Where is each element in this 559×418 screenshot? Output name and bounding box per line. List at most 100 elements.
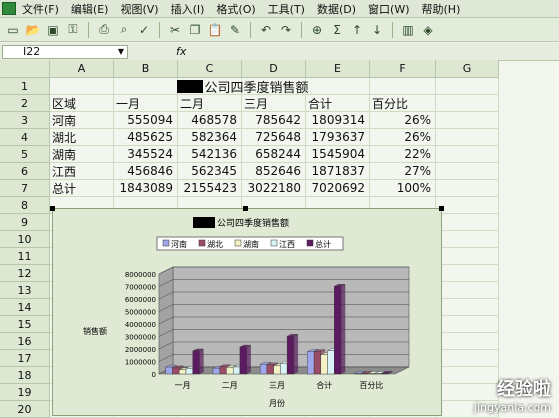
row-header[interactable]: 20 xyxy=(0,401,50,418)
sheet-cell[interactable]: 852646 xyxy=(242,163,306,180)
column-header-e[interactable]: E xyxy=(306,60,370,78)
spell-icon[interactable]: ✓ xyxy=(135,21,153,39)
sheet-cell[interactable]: 562345 xyxy=(178,163,242,180)
sheet-cell[interactable]: 一月 xyxy=(114,95,178,112)
sheet-cell[interactable]: 区域 xyxy=(50,95,114,112)
sheet-cell[interactable] xyxy=(436,180,499,197)
row-header[interactable]: 15 xyxy=(0,316,50,333)
sheet-cell[interactable]: 河南 xyxy=(50,112,114,129)
sheet-cell[interactable]: 百分比 xyxy=(370,95,436,112)
sheet-cell[interactable]: 湖南 xyxy=(50,146,114,163)
redo-icon[interactable]: ↷ xyxy=(277,21,295,39)
sheet-cell[interactable]: 555094 xyxy=(114,112,178,129)
row-header[interactable]: 8 xyxy=(0,197,50,214)
menu-window[interactable]: 窗口(W) xyxy=(368,1,409,17)
sheet-cell[interactable]: 7020692 xyxy=(306,180,370,197)
menu-file[interactable]: 文件(F) xyxy=(22,1,59,17)
column-header-a[interactable]: A xyxy=(50,60,114,78)
sheet-cell[interactable] xyxy=(436,282,499,299)
sheet-cell[interactable]: 3022180 xyxy=(242,180,306,197)
row-header[interactable]: 18 xyxy=(0,367,50,384)
sort-desc-icon[interactable]: ↓ xyxy=(368,21,386,39)
chart-resize-handle[interactable] xyxy=(50,206,55,211)
sheet-cell[interactable] xyxy=(436,112,499,129)
sheet-cell[interactable]: 1809314 xyxy=(306,112,370,129)
save-icon[interactable]: ▣ xyxy=(44,21,62,39)
sheet-cell[interactable]: 2155423 xyxy=(178,180,242,197)
chevron-down-icon[interactable]: ▼ xyxy=(118,47,124,56)
sheet-cell[interactable] xyxy=(436,350,499,367)
sheet-cell[interactable]: 456846 xyxy=(114,163,178,180)
column-header-c[interactable]: C xyxy=(178,60,242,78)
column-header-f[interactable]: F xyxy=(370,60,436,78)
sheet-cell[interactable]: 江西 xyxy=(50,163,114,180)
row-header[interactable]: 6 xyxy=(0,163,50,180)
sheet-cell[interactable]: 485625 xyxy=(114,129,178,146)
name-box[interactable]: I22 ▼ xyxy=(2,44,128,59)
row-header[interactable]: 1 xyxy=(0,78,50,95)
row-header[interactable]: 3 xyxy=(0,112,50,129)
sheet-cell[interactable]: 26% xyxy=(370,129,436,146)
sheet-cell[interactable]: 468578 xyxy=(178,112,242,129)
chart-resize-handle[interactable] xyxy=(243,206,248,211)
hyperlink-icon[interactable]: ⊕ xyxy=(308,21,326,39)
new-icon[interactable]: ▭ xyxy=(4,21,22,39)
sheet-cell[interactable] xyxy=(436,146,499,163)
preview-icon[interactable]: ⌕ xyxy=(115,21,133,39)
autosum-icon[interactable]: Σ xyxy=(328,21,346,39)
menu-edit[interactable]: 编辑(E) xyxy=(71,1,109,17)
sheet-cell[interactable]: 二月 xyxy=(178,95,242,112)
sheet-cell[interactable]: 1545904 xyxy=(306,146,370,163)
sheet-cell[interactable]: 湖北 xyxy=(50,129,114,146)
fx-icon[interactable]: fx xyxy=(176,45,186,58)
sort-asc-icon[interactable]: ↑ xyxy=(348,21,366,39)
sheet-cell[interactable] xyxy=(436,197,499,214)
paste-icon[interactable]: 📋 xyxy=(206,21,224,39)
sheet-cell[interactable] xyxy=(436,248,499,265)
drawing-icon[interactable]: ◈ xyxy=(419,21,437,39)
sheet-cell[interactable] xyxy=(436,265,499,282)
sheet-cell[interactable]: 1871837 xyxy=(306,163,370,180)
column-header-b[interactable]: B xyxy=(114,60,178,78)
permission-icon[interactable]: ⚿ xyxy=(64,21,82,39)
sheet-cell[interactable] xyxy=(436,333,499,350)
chart-resize-handle[interactable] xyxy=(439,206,444,211)
chart-icon[interactable]: ▥ xyxy=(399,21,417,39)
cut-icon[interactable]: ✂ xyxy=(166,21,184,39)
open-icon[interactable]: 📂 xyxy=(24,21,42,39)
sheet-cell[interactable]: 582364 xyxy=(178,129,242,146)
copy-icon[interactable]: ❐ xyxy=(186,21,204,39)
sheet-title[interactable]: 公司四季度销售额 xyxy=(50,78,436,96)
sheet-cell[interactable] xyxy=(436,231,499,248)
sheet-cell[interactable]: 22% xyxy=(370,146,436,163)
menu-help[interactable]: 帮助(H) xyxy=(422,1,461,17)
row-header[interactable]: 11 xyxy=(0,248,50,265)
row-header[interactable]: 5 xyxy=(0,146,50,163)
sheet-cell[interactable] xyxy=(436,163,499,180)
menu-format[interactable]: 格式(O) xyxy=(216,1,255,17)
excel-app-icon[interactable] xyxy=(2,2,16,15)
undo-icon[interactable]: ↶ xyxy=(257,21,275,39)
menu-view[interactable]: 视图(V) xyxy=(120,1,158,17)
menu-tools[interactable]: 工具(T) xyxy=(268,1,305,17)
sheet-cell[interactable]: 三月 xyxy=(242,95,306,112)
sheet-cell[interactable] xyxy=(436,316,499,333)
sheet-cell[interactable]: 658244 xyxy=(242,146,306,163)
row-header[interactable]: 17 xyxy=(0,350,50,367)
sheet-cell[interactable] xyxy=(436,214,499,231)
row-header[interactable]: 14 xyxy=(0,299,50,316)
row-header[interactable]: 4 xyxy=(0,129,50,146)
select-all-corner[interactable] xyxy=(0,60,50,78)
sheet-cell[interactable]: 1843089 xyxy=(114,180,178,197)
row-header[interactable]: 10 xyxy=(0,231,50,248)
sheet-cell[interactable] xyxy=(436,78,499,95)
row-header[interactable]: 7 xyxy=(0,180,50,197)
sheet-cell[interactable]: 总计 xyxy=(50,180,114,197)
row-header[interactable]: 13 xyxy=(0,282,50,299)
menu-data[interactable]: 数据(D) xyxy=(317,1,356,17)
sheet-cell[interactable]: 26% xyxy=(370,112,436,129)
sheet-cell[interactable]: 100% xyxy=(370,180,436,197)
sheet-cell[interactable] xyxy=(436,299,499,316)
sheet-cell[interactable]: 1793637 xyxy=(306,129,370,146)
sheet-cell[interactable] xyxy=(436,129,499,146)
